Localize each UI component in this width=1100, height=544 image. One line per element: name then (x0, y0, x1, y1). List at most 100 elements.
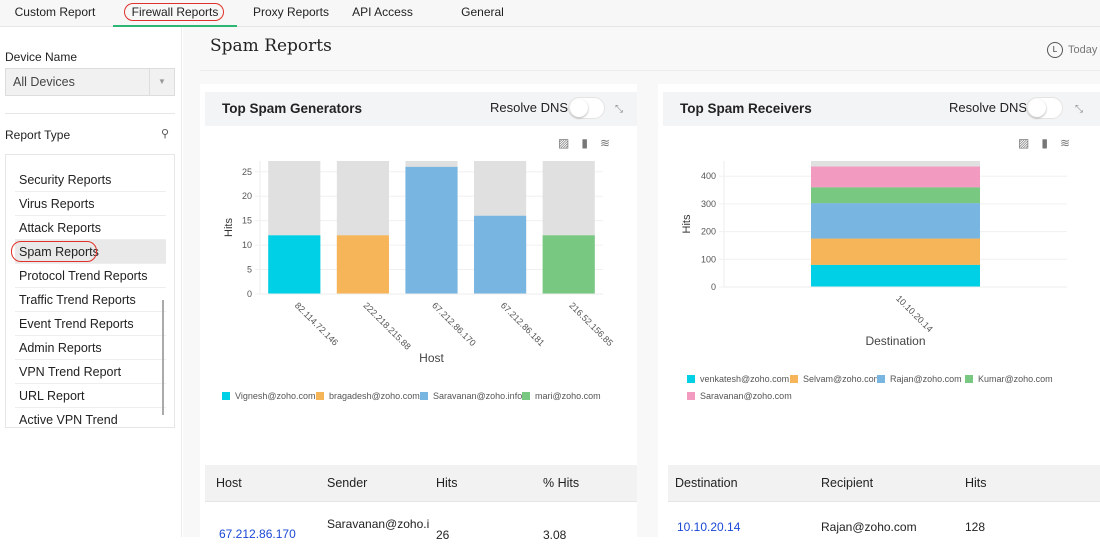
spam-generators-chart: 0 5 10 15 20 25 82.114.72.146 222.218.215.88 67.… (222, 161, 615, 401)
panel-title: Top Spam Generators (222, 101, 363, 116)
y-tick-label: 15 (242, 216, 252, 226)
x-tick-label: 222.218.215.88 (361, 300, 412, 351)
divider (5, 113, 175, 114)
tab-api-access[interactable]: API Access (340, 0, 425, 27)
chevron-down-icon: ▼ (149, 69, 174, 95)
sidebar-item-url-report[interactable]: URL Report (15, 384, 166, 408)
highlight-circle (124, 3, 224, 21)
legend-item: Saravanan@zoho.com (700, 391, 792, 401)
page-title: Spam Reports (210, 36, 332, 56)
col-sender[interactable]: Sender (327, 476, 367, 490)
col-hits[interactable]: Hits (965, 476, 987, 490)
bar-venkatesh (811, 264, 980, 287)
sidebar-item-protocol-trend-reports[interactable]: Protocol Trend Reports (15, 264, 166, 288)
y-tick-label: 0 (711, 282, 716, 292)
list-scrollbar[interactable] (162, 300, 164, 415)
device-name-label: Device Name (5, 50, 78, 64)
y-axis-label: Hits (223, 218, 235, 237)
period-label[interactable]: Today (1068, 44, 1097, 56)
recipient-cell: Rajan@zoho.com (821, 520, 917, 534)
y-tick-label: 10 (242, 240, 252, 250)
panel-title: Top Spam Receivers (680, 101, 812, 116)
y-tick-label: 25 (242, 167, 252, 177)
col-hits[interactable]: Hits (436, 476, 458, 490)
legend-item: Saravanan@zoho.info (433, 391, 522, 401)
search-icon[interactable]: ⚲ (161, 127, 169, 140)
legend-item: Vignesh@zoho.com (235, 391, 316, 401)
bar-rajan (811, 203, 980, 239)
col-host[interactable]: Host (216, 476, 242, 490)
x-axis-label: Host (419, 351, 444, 365)
legend-item: mari@zoho.com (535, 391, 601, 401)
sidebar-item-vpn-trend-report[interactable]: VPN Trend Report (15, 360, 166, 384)
panel-header: Top Spam Generators Resolve DNS ⤡ (205, 92, 637, 126)
device-select[interactable]: All Devices ▼ (5, 68, 175, 96)
tab-custom-report[interactable]: Custom Report (8, 0, 102, 27)
bar-vignesh (268, 235, 321, 294)
y-tick-label: 5 (247, 265, 252, 275)
col-percent-hits[interactable]: % Hits (543, 476, 579, 490)
y-tick-label: 300 (701, 199, 716, 209)
bar-saravanan (405, 166, 458, 294)
col-recipient[interactable]: Recipient (821, 476, 873, 490)
bar-selvam (811, 238, 980, 265)
bar-saravanan (811, 166, 980, 188)
legend-item: Rajan@zoho.com (890, 374, 962, 384)
legend-swatch (965, 375, 973, 383)
percent-hits-cell: 3.08 (543, 528, 567, 542)
report-type-list: Security Reports Virus Reports Attack Repo… (5, 154, 175, 428)
spam-receivers-chart: 0 100 200 300 400 10.10.20.14Destination Hits v… (681, 161, 1067, 401)
legend-swatch (222, 392, 230, 400)
bar-kumar (811, 187, 980, 204)
panel-top-spam-generators: Top Spam Generators Resolve DNS ⤡ ▨▮≋ 05… (200, 84, 637, 544)
hits-cell: 26 (436, 528, 450, 542)
legend-item: Kumar@zoho.com (978, 374, 1053, 384)
y-tick-label: 100 (701, 254, 716, 264)
legend-item: venkatesh@zoho.com (700, 374, 789, 384)
top-nav: Custom Report Firewall Reports Proxy Rep… (0, 0, 1100, 27)
legend-swatch (316, 392, 324, 400)
table-header: Host Sender Hits % Hits (205, 465, 637, 502)
y-tick-label: 200 (701, 227, 716, 237)
bar-mari (542, 235, 595, 294)
panel-top-spam-receivers: Top Spam Receivers Resolve DNS ⤡ ▨▮≋ 0 10… (658, 84, 1100, 544)
expand-icon[interactable]: ⤡ (615, 104, 623, 115)
resolve-dns-toggle[interactable] (1026, 97, 1063, 119)
y-tick-label: 20 (242, 191, 252, 201)
sidebar-item-event-trend-reports[interactable]: Event Trend Reports (15, 312, 166, 336)
divider (200, 70, 1100, 71)
expand-icon[interactable]: ⤡ (1075, 104, 1083, 115)
x-tick-label: 216.52.156.85 (567, 300, 615, 348)
x-axis-label: Destination (865, 334, 925, 348)
report-type-label: Report Type (5, 128, 71, 142)
bar-bragadesh (336, 235, 389, 294)
resolve-dns-toggle[interactable] (568, 97, 605, 119)
device-select-value: All Devices (13, 75, 75, 89)
legend-item: bragadesh@zoho.com (329, 391, 420, 401)
sidebar-item-security-reports[interactable]: Security Reports (15, 168, 166, 192)
y-tick-label: 400 (701, 171, 716, 181)
x-tick-label: 10.10.20.14 (894, 293, 935, 334)
legend-swatch (790, 375, 798, 383)
sidebar-item-attack-reports[interactable]: Attack Reports (15, 216, 166, 240)
col-destination[interactable]: Destination (675, 476, 738, 490)
sidebar-item-admin-reports[interactable]: Admin Reports (15, 336, 166, 360)
resolve-dns-label: Resolve DNS (490, 100, 569, 115)
hits-cell: 128 (965, 520, 986, 534)
legend-swatch (687, 392, 695, 400)
table-header: Destination Recipient Hits (668, 465, 1100, 502)
sidebar-item-active-vpn-trend[interactable]: Active VPN Trend (15, 408, 166, 427)
legend-swatch (877, 375, 885, 383)
tab-general[interactable]: General (450, 0, 515, 27)
legend-swatch (522, 392, 530, 400)
sidebar-item-traffic-trend-reports[interactable]: Traffic Trend Reports (15, 288, 166, 312)
sender-cell: Saravanan@zoho.i (327, 517, 430, 531)
clock-icon[interactable]: L (1047, 42, 1063, 58)
legend-swatch (687, 375, 695, 383)
sidebar-item-virus-reports[interactable]: Virus Reports (15, 192, 166, 216)
highlight-circle (11, 241, 97, 262)
destination-link[interactable]: 10.10.20.14 (677, 520, 740, 534)
tab-proxy-reports[interactable]: Proxy Reports (245, 0, 337, 27)
y-axis-label: Hits (681, 214, 693, 233)
host-link[interactable]: 67.212.86.170 (219, 527, 296, 541)
